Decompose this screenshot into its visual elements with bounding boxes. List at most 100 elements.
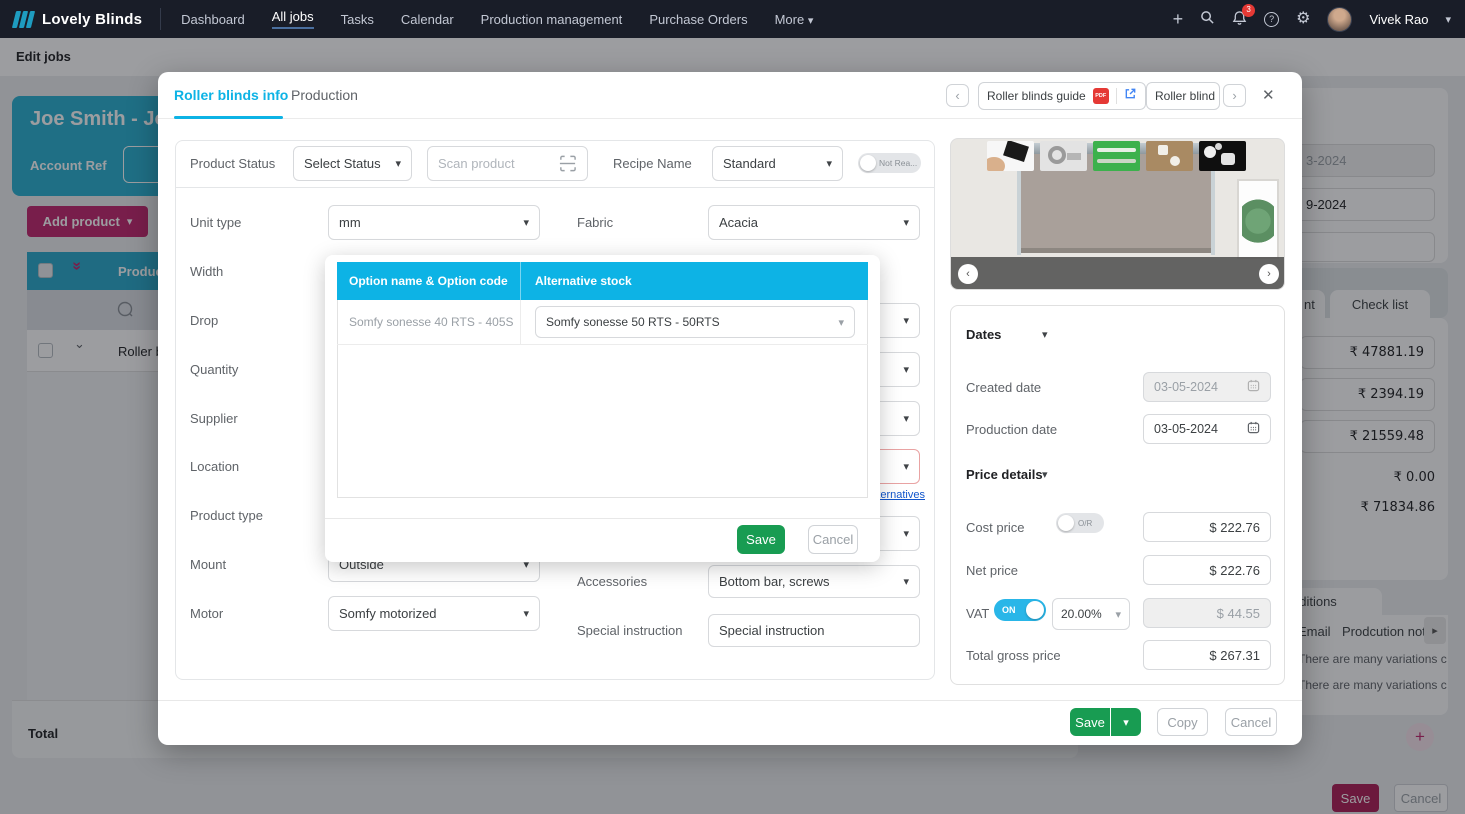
guide-prev-button[interactable]: ‹ bbox=[946, 84, 969, 107]
settings-gear-icon[interactable]: ⚙ bbox=[1296, 11, 1310, 27]
drop-label: Drop bbox=[190, 313, 218, 328]
cost-price-label: Cost price bbox=[966, 520, 1025, 535]
nav-divider bbox=[160, 8, 161, 30]
not-ready-toggle[interactable]: Not Rea... bbox=[858, 153, 921, 173]
chevron-down-icon: ▾ bbox=[903, 363, 909, 376]
dates-collapse-icon[interactable]: ▾ bbox=[1042, 328, 1048, 341]
user-name[interactable]: Vivek Rao bbox=[1369, 12, 1428, 27]
divider bbox=[1116, 88, 1117, 104]
location-label: Location bbox=[190, 459, 239, 474]
chevron-down-icon: ▾ bbox=[523, 216, 529, 229]
modal-copy-button[interactable]: Copy bbox=[1157, 708, 1208, 736]
option-name-column-header: Option name & Option code bbox=[337, 274, 520, 288]
product-type-label: Product type bbox=[190, 508, 263, 523]
modal-save-button[interactable]: Save bbox=[1070, 708, 1110, 736]
supplier-label: Supplier bbox=[190, 411, 238, 426]
nav-item-purchase-orders[interactable]: Purchase Orders bbox=[649, 12, 747, 27]
roller-blinds-modal: Roller blinds info Production ‹ Roller b… bbox=[158, 72, 1302, 745]
nav-item-calendar[interactable]: Calendar bbox=[401, 12, 454, 27]
fabric-select[interactable]: Acacia▾ bbox=[708, 205, 920, 240]
option-name-cell: Somfy sonesse 40 RTS - 405S bbox=[349, 315, 514, 329]
carousel-next-button[interactable]: › bbox=[1259, 264, 1279, 284]
modal-footer-divider bbox=[158, 700, 1302, 701]
pdf-icon: PDF bbox=[1093, 88, 1109, 104]
save-options-button[interactable]: ▾ bbox=[1111, 708, 1141, 736]
chevron-down-icon: ▾ bbox=[1115, 608, 1121, 621]
fabric-label: Fabric bbox=[577, 215, 613, 230]
add-icon[interactable]: + bbox=[1173, 10, 1184, 28]
plant-picture bbox=[1237, 179, 1279, 259]
price-collapse-icon[interactable]: ▾ bbox=[1042, 468, 1048, 481]
popup-save-button[interactable]: Save bbox=[737, 525, 785, 554]
close-icon[interactable]: ✕ bbox=[1262, 86, 1275, 104]
calendar-icon bbox=[1247, 379, 1260, 395]
search-icon[interactable] bbox=[1200, 10, 1215, 28]
user-menu-chevron-icon[interactable]: ▾ bbox=[1445, 13, 1451, 26]
tab-roller-blinds-info[interactable]: Roller blinds info bbox=[174, 87, 288, 103]
unit-type-label: Unit type bbox=[190, 215, 241, 230]
thumbnail-strip bbox=[951, 257, 1285, 290]
accessories-label: Accessories bbox=[577, 574, 647, 589]
external-link-icon[interactable] bbox=[1124, 87, 1137, 105]
product-status-label: Product Status bbox=[190, 156, 275, 171]
motor-select[interactable]: Somfy motorized▾ bbox=[328, 596, 540, 631]
thumbnail-bracket[interactable] bbox=[1040, 141, 1087, 171]
calendar-icon[interactable] bbox=[1247, 421, 1260, 437]
alternative-stock-select[interactable]: Somfy sonesse 50 RTS - 50RTS▾ bbox=[535, 306, 855, 338]
alternative-stock-column-header: Alternative stock bbox=[521, 274, 632, 288]
user-avatar[interactable] bbox=[1327, 7, 1352, 32]
vat-rate-select[interactable]: 20.00%▾ bbox=[1052, 598, 1130, 630]
special-instruction-label: Special instruction bbox=[577, 623, 683, 638]
active-tab-underline bbox=[174, 116, 283, 119]
net-price-label: Net price bbox=[966, 563, 1018, 578]
notification-badge: 3 bbox=[1242, 4, 1255, 17]
chevron-down-icon: ▾ bbox=[903, 527, 909, 540]
chevron-down-icon: ▾ bbox=[903, 412, 909, 425]
nav-item-more[interactable]: More ▾ bbox=[775, 12, 814, 27]
accessories-select[interactable]: Bottom bar, screws▾ bbox=[708, 565, 920, 598]
production-date-input[interactable]: 03-05-2024 bbox=[1143, 414, 1271, 444]
plant-leaves bbox=[1242, 195, 1274, 253]
width-label: Width bbox=[190, 264, 223, 279]
brand-logo-icon bbox=[14, 11, 33, 28]
total-gross-price-label: Total gross price bbox=[966, 648, 1061, 663]
vat-toggle-on[interactable]: ON bbox=[994, 599, 1046, 621]
blind-bottom-bar bbox=[1021, 248, 1211, 253]
popup-footer-divider bbox=[325, 518, 880, 519]
chevron-down-icon: ▾ bbox=[838, 316, 844, 329]
thumbnail-remote[interactable] bbox=[987, 141, 1034, 171]
unit-type-select[interactable]: mm▾ bbox=[328, 205, 540, 240]
next-guide-button[interactable]: Roller blind bbox=[1146, 82, 1220, 110]
guide-document-button[interactable]: Roller blinds guide PDF bbox=[978, 82, 1146, 110]
thumbnail-mount-parts[interactable] bbox=[1146, 141, 1193, 171]
nav-item-tasks[interactable]: Tasks bbox=[341, 12, 374, 27]
chevron-down-icon: ▾ bbox=[523, 607, 529, 620]
thumbnail-tubes[interactable] bbox=[1093, 141, 1140, 171]
product-image-card: ‹ › bbox=[950, 138, 1285, 290]
recipe-name-select[interactable]: Standard▾ bbox=[712, 146, 843, 181]
guide-next-button[interactable]: › bbox=[1223, 84, 1246, 107]
product-status-select[interactable]: Select Status▾ bbox=[293, 146, 412, 181]
total-gross-price-input[interactable]: $ 267.31 bbox=[1143, 640, 1271, 670]
brand-name: Lovely Blinds bbox=[42, 11, 142, 28]
barcode-scan-icon[interactable] bbox=[558, 154, 577, 178]
tab-production[interactable]: Production bbox=[291, 87, 358, 103]
override-toggle[interactable]: O/R bbox=[1056, 513, 1104, 533]
quantity-label: Quantity bbox=[190, 362, 238, 377]
nav-item-dashboard[interactable]: Dashboard bbox=[181, 12, 245, 27]
vat-amount-input: $ 44.55 bbox=[1143, 598, 1271, 628]
special-instruction-input[interactable] bbox=[708, 614, 920, 647]
chevron-down-icon: ▾ bbox=[903, 216, 909, 229]
nav-item-all-jobs[interactable]: All jobs bbox=[272, 9, 314, 29]
help-icon[interactable]: ? bbox=[1264, 12, 1279, 27]
modal-cancel-button[interactable]: Cancel bbox=[1225, 708, 1277, 736]
carousel-prev-button[interactable]: ‹ bbox=[958, 264, 978, 284]
toggle-knob bbox=[1026, 601, 1044, 619]
row-column-divider bbox=[520, 300, 521, 345]
popup-cancel-button[interactable]: Cancel bbox=[808, 525, 858, 554]
net-price-input[interactable]: $ 222.76 bbox=[1143, 555, 1271, 585]
notifications-bell-icon[interactable]: 3 bbox=[1232, 10, 1247, 29]
thumbnail-components[interactable] bbox=[1199, 141, 1246, 171]
nav-item-production-management[interactable]: Production management bbox=[481, 12, 623, 27]
cost-price-input[interactable]: $ 222.76 bbox=[1143, 512, 1271, 542]
